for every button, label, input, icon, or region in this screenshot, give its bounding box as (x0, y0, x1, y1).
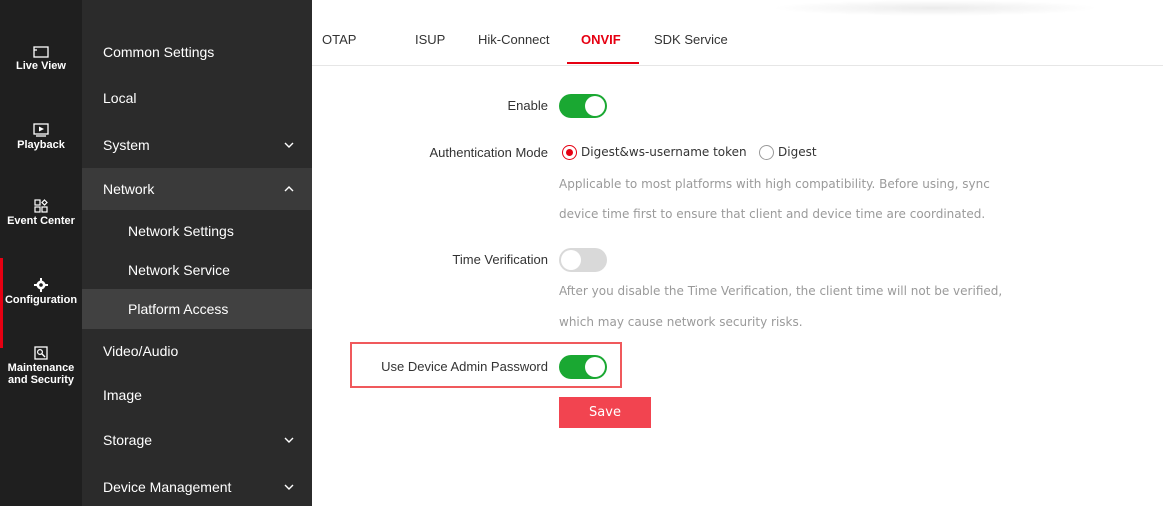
chevron-down-icon (282, 466, 296, 506)
playback-icon (33, 123, 49, 137)
tab-isup[interactable]: ISUP (415, 32, 445, 47)
menu-item-label: Network (103, 181, 155, 197)
time-verification-hint-line1: After you disable the Time Verification,… (559, 284, 1003, 298)
menu-item-label: Device Management (103, 479, 232, 495)
tab-otap[interactable]: OTAP (322, 32, 356, 47)
tab-hik-connect[interactable]: Hik-Connect (478, 32, 550, 47)
menu-item-label: Common Settings (103, 44, 215, 60)
rail-item-configuration[interactable]: Configuration (0, 258, 82, 348)
main-nav-rail: Live View Playback Event Center Configur… (0, 0, 82, 506)
auth-mode-hint-line2: device time first to ensure that client … (559, 207, 986, 221)
menu-sub-network-service[interactable]: Network Service (82, 250, 312, 290)
enable-label: Enable (507, 98, 548, 113)
menu-sub-label: Network Settings (128, 223, 234, 239)
use-admin-password-toggle[interactable] (559, 355, 607, 379)
active-tab-indicator (567, 62, 639, 64)
maintenance-icon (34, 346, 48, 360)
menu-item-video-audio[interactable]: Video/Audio (82, 330, 312, 372)
menu-item-network[interactable]: Network (82, 168, 312, 210)
toggle-knob (585, 96, 605, 116)
event-center-icon (34, 199, 48, 213)
menu-item-system[interactable]: System (82, 124, 312, 166)
time-verification-hint-line2: which may cause network security risks. (559, 315, 803, 329)
rail-item-maintenance[interactable]: Maintenance and Security (0, 346, 82, 386)
menu-item-label: Storage (103, 432, 153, 448)
rail-label: Live View (16, 60, 66, 72)
menu-item-label: Local (103, 90, 137, 106)
rail-item-live-view[interactable]: Live View (0, 46, 82, 72)
config-menu: Common Settings Local System Network Net… (82, 0, 312, 506)
rail-item-event-center[interactable]: Event Center (0, 199, 82, 227)
menu-item-common-settings[interactable]: Common Settings (82, 31, 312, 73)
rail-label: Event Center (7, 215, 75, 227)
rail-label-line2: and Security (7, 374, 75, 386)
time-verification-label: Time Verification (452, 252, 548, 267)
menu-item-device-management[interactable]: Device Management (82, 466, 312, 506)
menu-sub-label: Network Service (128, 262, 230, 278)
menu-sub-label: Platform Access (128, 301, 229, 317)
menu-item-storage[interactable]: Storage (82, 419, 312, 461)
live-view-icon (33, 46, 49, 58)
chevron-up-icon (282, 168, 296, 210)
radio-label-digest-ws-token: Digest&ws-username token (581, 145, 747, 159)
use-admin-password-label: Use Device Admin Password (381, 359, 548, 374)
menu-item-local[interactable]: Local (82, 77, 312, 119)
radio-digest[interactable] (759, 145, 774, 160)
rail-label-line1: Maintenance (7, 362, 75, 374)
tab-bar: OTAP ISUP Hik-Connect ONVIF SDK Service (312, 0, 1163, 66)
menu-item-label: Image (103, 387, 142, 403)
gear-icon (34, 278, 48, 292)
tab-onvif[interactable]: ONVIF (581, 32, 621, 47)
rail-label: Playback (17, 139, 65, 151)
menu-item-image[interactable]: Image (82, 374, 312, 416)
menu-item-label: System (103, 137, 150, 153)
toggle-knob (585, 357, 605, 377)
enable-toggle[interactable] (559, 94, 607, 118)
menu-sub-network-settings[interactable]: Network Settings (82, 211, 312, 251)
chevron-down-icon (282, 124, 296, 166)
toggle-knob (561, 250, 581, 270)
time-verification-toggle[interactable] (559, 248, 607, 272)
chevron-down-icon (282, 419, 296, 461)
tab-sdk-service[interactable]: SDK Service (654, 32, 728, 47)
auth-mode-label: Authentication Mode (429, 145, 548, 160)
auth-mode-hint-line1: Applicable to most platforms with high c… (559, 177, 990, 191)
save-button[interactable]: Save (559, 397, 651, 428)
radio-digest-ws-token[interactable] (562, 145, 577, 160)
rail-label: Configuration (4, 294, 78, 306)
radio-label-digest: Digest (778, 145, 817, 159)
menu-item-label: Video/Audio (103, 343, 179, 359)
menu-sub-platform-access[interactable]: Platform Access (82, 289, 312, 329)
rail-item-playback[interactable]: Playback (0, 123, 82, 151)
